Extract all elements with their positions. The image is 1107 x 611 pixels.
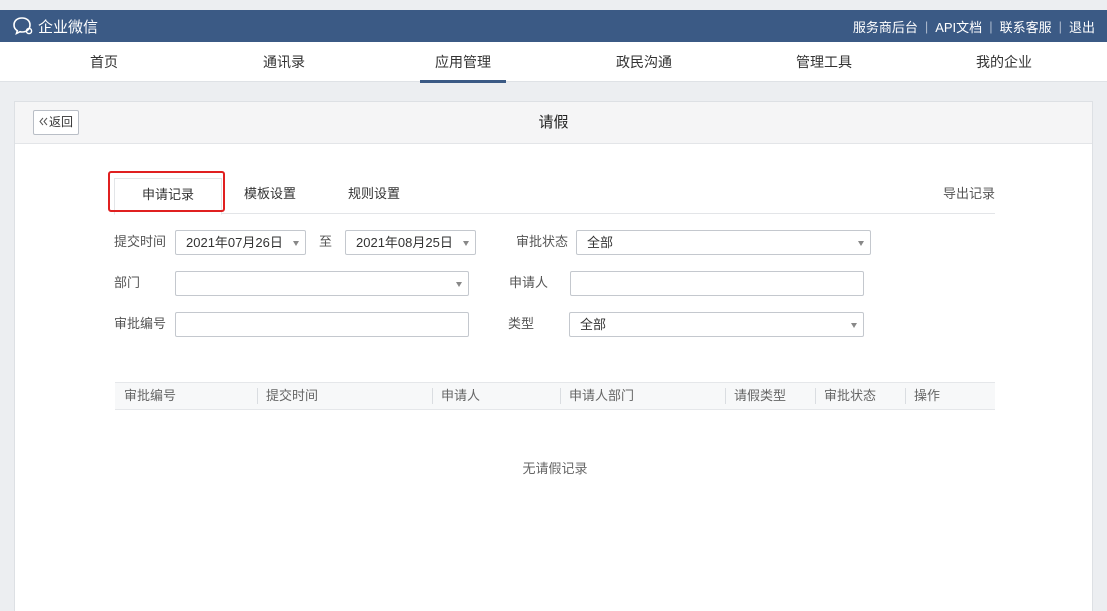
separator: | (1058, 18, 1062, 34)
status-select[interactable]: 全部 (576, 230, 871, 255)
column-header-actions: 操作 (914, 388, 941, 403)
page-title: 请假 (538, 114, 569, 131)
date-from-value: 2021年07月26日 (186, 235, 283, 250)
nav-item-label: 应用管理 (435, 54, 491, 70)
to-label: 至 (319, 234, 333, 249)
department-select[interactable] (175, 271, 469, 296)
applicant-input[interactable] (570, 271, 864, 296)
nav-item-my-enterprise[interactable]: 我的企业 (960, 42, 1048, 82)
date-to-value: 2021年08月25日 (356, 235, 453, 250)
status-select-value: 全部 (587, 235, 614, 250)
status-label: 审批状态 (516, 234, 569, 249)
main-nav: 首页 通讯录 应用管理 政民沟通 管理工具 我的企业 (0, 42, 1107, 83)
top-strip (0, 0, 1107, 10)
approval-number-label: 审批编号 (114, 316, 167, 331)
leave-panel: 返回 请假 申请记录 模板设置 规则设置 导出记录 提交时间 2021年07月2… (14, 101, 1093, 611)
column-header-approval-number[interactable]: 审批编号 (115, 383, 176, 409)
date-from-picker[interactable]: 2021年07月26日 (175, 230, 306, 255)
department-label: 部门 (114, 275, 141, 290)
records-table-header: 审批编号 提交时间 申请人 申请人部门 请假类型 审批状态 操作 (115, 382, 995, 410)
type-select-value: 全部 (580, 317, 607, 332)
tab-template-settings[interactable]: 模板设置 (232, 178, 308, 214)
column-header-applicant-department[interactable]: 申请人部门 (560, 383, 634, 409)
top-link-logout[interactable]: 退出 (1069, 17, 1095, 36)
nav-item-home[interactable]: 首页 (60, 42, 148, 82)
brand-name: 企业微信 (38, 18, 99, 36)
separator: | (924, 18, 929, 34)
approval-number-input[interactable] (175, 312, 469, 337)
column-header-leave-type[interactable]: 请假类型 (725, 383, 786, 409)
top-bar: 企业微信 服务商后台 | API文档 | 联系客服 | 退出 (0, 10, 1107, 42)
chat-bubble-icon (12, 16, 34, 36)
type-label: 类型 (508, 316, 535, 331)
submit-time-label: 提交时间 (114, 234, 167, 249)
type-select[interactable]: 全部 (569, 312, 864, 337)
date-to-picker[interactable]: 2021年08月25日 (345, 230, 476, 255)
nav-active-underline (420, 80, 506, 83)
separator: | (989, 18, 993, 34)
top-link-provider[interactable]: 服务商后台 (853, 17, 918, 36)
column-header-applicant[interactable]: 申请人 (432, 383, 480, 409)
export-records-link[interactable]: 导出记录 (943, 178, 995, 210)
top-link-contact[interactable]: 联系客服 (1000, 17, 1052, 36)
nav-item-contacts[interactable]: 通讯录 (240, 42, 328, 82)
column-header-submit-time[interactable]: 提交时间 (257, 383, 318, 409)
brand[interactable]: 企业微信 (12, 16, 98, 37)
applicant-label: 申请人 (509, 275, 549, 290)
tab-application-records[interactable]: 申请记录 (114, 178, 222, 215)
top-links: 服务商后台 | API文档 | 联系客服 | 退出 (853, 17, 1095, 36)
tabs-row: 申请记录 模板设置 规则设置 导出记录 (114, 178, 995, 215)
tab-rule-settings[interactable]: 规则设置 (336, 178, 412, 214)
nav-item-admin-tools[interactable]: 管理工具 (780, 42, 868, 82)
panel-header: 返回 请假 (15, 102, 1092, 144)
nav-item-gov-communication[interactable]: 政民沟通 (600, 42, 688, 82)
nav-item-app-management[interactable]: 应用管理 (420, 42, 506, 83)
empty-records-message: 无请假记录 (522, 461, 588, 476)
top-link-api-docs[interactable]: API文档 (935, 17, 982, 36)
column-header-approval-status[interactable]: 审批状态 (815, 383, 876, 409)
